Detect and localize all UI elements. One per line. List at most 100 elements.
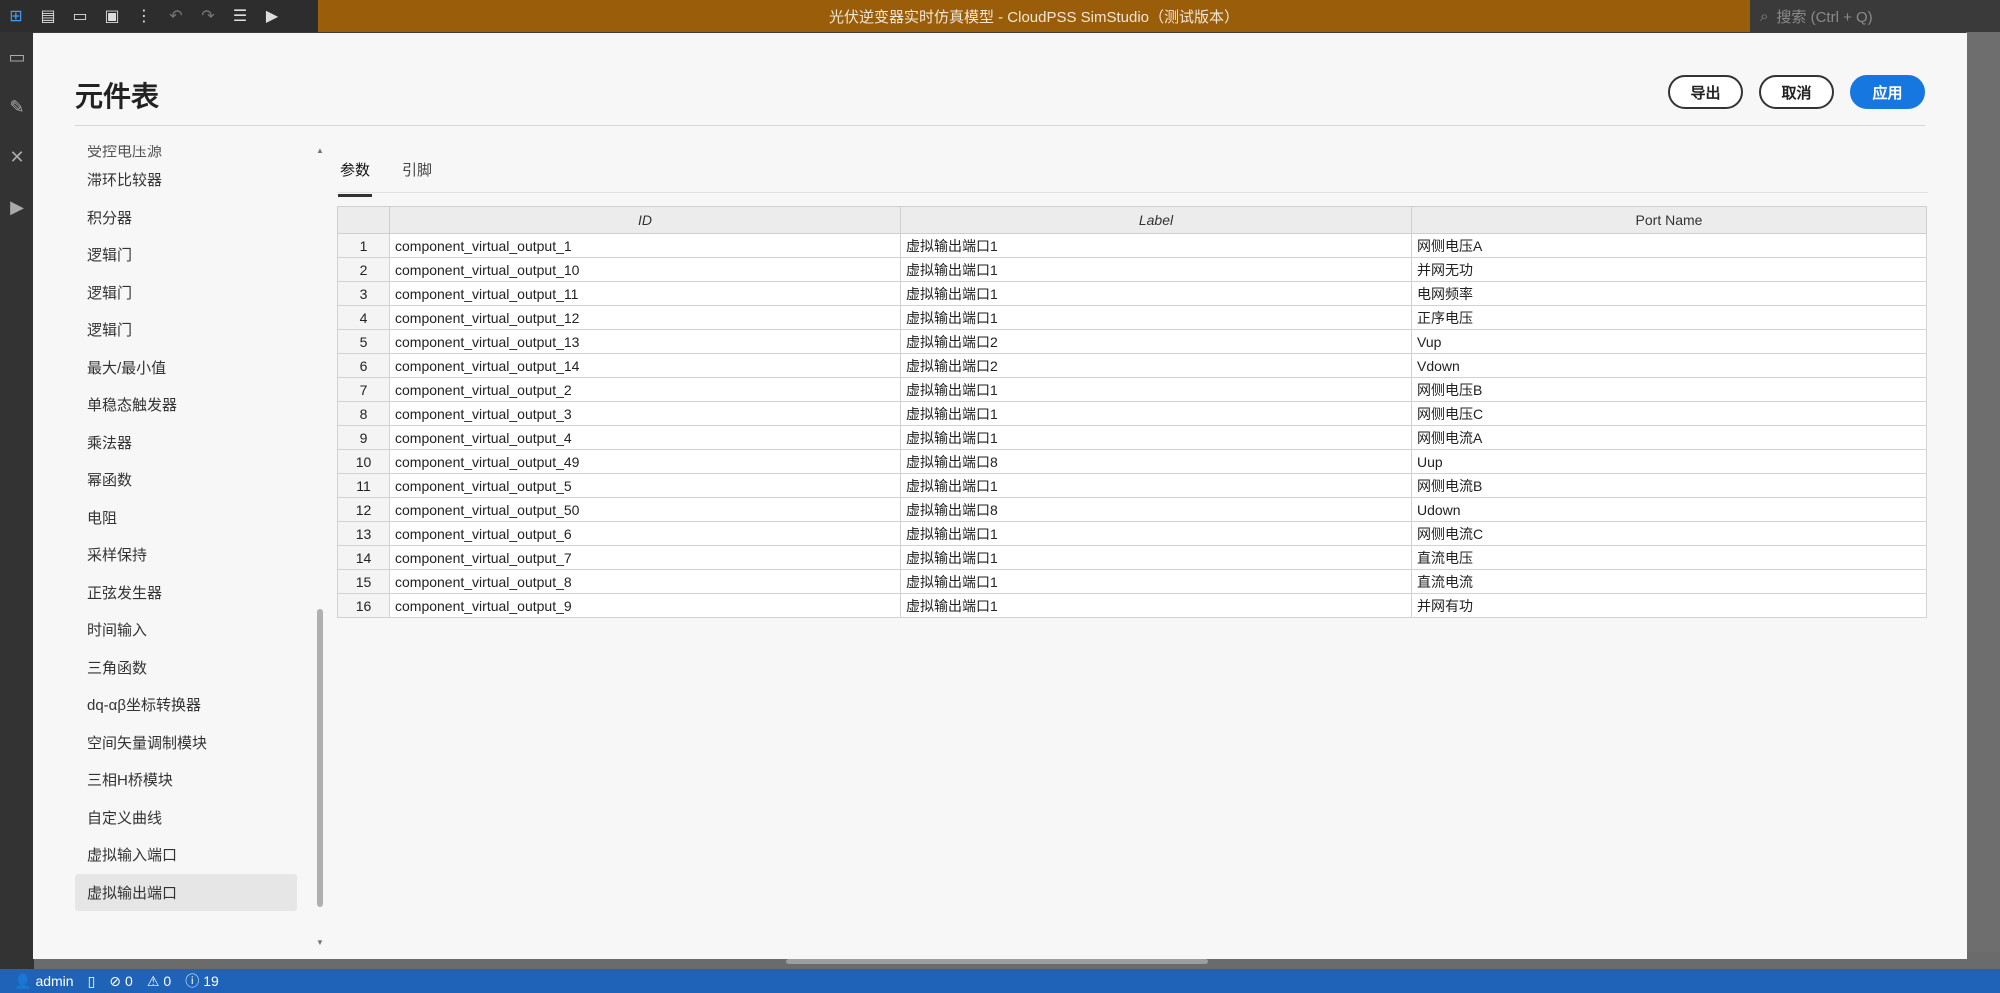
cell-port-name[interactable]: 直流电压 bbox=[1411, 545, 1927, 570]
cell-label[interactable]: 虚拟输出端口1 bbox=[900, 545, 1412, 570]
cell-label[interactable]: 虚拟输出端口1 bbox=[900, 281, 1412, 306]
cell-label[interactable]: 虚拟输出端口8 bbox=[900, 449, 1412, 474]
tab-params[interactable]: 参数 bbox=[338, 153, 373, 197]
cell-id[interactable]: component_virtual_output_1 bbox=[389, 233, 901, 258]
cell-label[interactable]: 虚拟输出端口1 bbox=[900, 473, 1412, 498]
table-row[interactable]: 16 component_virtual_output_9 虚拟输出端口1 并网有功 bbox=[337, 593, 1927, 618]
save-icon[interactable]: ▣ bbox=[96, 0, 128, 32]
cell-port-name[interactable]: 网侧电流B bbox=[1411, 473, 1927, 498]
cell-port-name[interactable]: 直流电流 bbox=[1411, 569, 1927, 594]
cell-id[interactable]: component_virtual_output_6 bbox=[389, 521, 901, 546]
cell-port-name[interactable]: 并网无功 bbox=[1411, 257, 1927, 282]
list-item[interactable]: dq-αβ坐标转换器 bbox=[75, 686, 297, 724]
table-row[interactable]: 6 component_virtual_output_14 虚拟输出端口2 Vdown bbox=[337, 353, 1927, 378]
table-row[interactable]: 9 component_virtual_output_4 虚拟输出端口1 网侧电流A bbox=[337, 425, 1927, 450]
list-item[interactable]: 乘法器 bbox=[75, 424, 297, 462]
list-item[interactable]: 采样保持 bbox=[75, 536, 297, 574]
open-folder-icon[interactable]: ▭ bbox=[64, 0, 96, 32]
run-icon[interactable]: ▶ bbox=[256, 0, 288, 32]
scroll-down-icon[interactable]: ▼ bbox=[316, 938, 324, 947]
cell-id[interactable]: component_virtual_output_2 bbox=[389, 377, 901, 402]
list-item[interactable]: 单稳态触发器 bbox=[75, 386, 297, 424]
cell-port-name[interactable]: 电网频率 bbox=[1411, 281, 1927, 306]
cell-port-name[interactable]: 网侧电压A bbox=[1411, 233, 1927, 258]
cell-port-name[interactable]: Vup bbox=[1411, 329, 1927, 354]
table-row[interactable]: 11 component_virtual_output_5 虚拟输出端口1 网侧电流B bbox=[337, 473, 1927, 498]
export-button[interactable]: 导出 bbox=[1668, 75, 1743, 109]
cell-label[interactable]: 虚拟输出端口8 bbox=[900, 497, 1412, 522]
cell-port-name[interactable]: 并网有功 bbox=[1411, 593, 1927, 618]
scroll-up-icon[interactable]: ▲ bbox=[316, 146, 324, 155]
cell-label[interactable]: 虚拟输出端口1 bbox=[900, 257, 1412, 282]
cell-label[interactable]: 虚拟输出端口1 bbox=[900, 233, 1412, 258]
cell-id[interactable]: component_virtual_output_14 bbox=[389, 353, 901, 378]
cell-label[interactable]: 虚拟输出端口1 bbox=[900, 425, 1412, 450]
table-row[interactable]: 1 component_virtual_output_1 虚拟输出端口1 网侧电压A bbox=[337, 233, 1927, 258]
list-item[interactable]: 积分器 bbox=[75, 199, 297, 237]
cell-port-name[interactable]: 网侧电流C bbox=[1411, 521, 1927, 546]
list-item[interactable]: 时间输入 bbox=[75, 611, 297, 649]
panel-icon[interactable]: ▭ bbox=[0, 32, 34, 82]
cell-id[interactable]: component_virtual_output_7 bbox=[389, 545, 901, 570]
user-name[interactable]: admin bbox=[35, 973, 73, 989]
cell-label[interactable]: 虚拟输出端口2 bbox=[900, 329, 1412, 354]
cell-port-name[interactable]: 网侧电压B bbox=[1411, 377, 1927, 402]
list-item[interactable]: 逻辑门 bbox=[75, 274, 297, 312]
list-item[interactable]: 逻辑门 bbox=[75, 236, 297, 274]
table-row[interactable]: 15 component_virtual_output_8 虚拟输出端口1 直流电流 bbox=[337, 569, 1927, 594]
apply-button[interactable]: 应用 bbox=[1850, 75, 1925, 109]
cell-id[interactable]: component_virtual_output_10 bbox=[389, 257, 901, 282]
cell-port-name[interactable]: Vdown bbox=[1411, 353, 1927, 378]
list-item[interactable]: 受控电压源 bbox=[75, 145, 297, 161]
redo-icon[interactable]: ↷ bbox=[192, 0, 224, 32]
list-item[interactable]: 虚拟输入端口 bbox=[75, 836, 297, 874]
more-icon[interactable]: ⋮ bbox=[128, 0, 160, 32]
list-item[interactable]: 空间矢量调制模块 bbox=[75, 724, 297, 762]
new-file-icon[interactable]: ▤ bbox=[32, 0, 64, 32]
info-count[interactable]: 19 bbox=[203, 973, 219, 989]
cell-id[interactable]: component_virtual_output_11 bbox=[389, 281, 901, 306]
app-logo-icon[interactable]: ⊞ bbox=[0, 0, 32, 32]
id-header[interactable]: ID bbox=[389, 206, 901, 234]
list-item[interactable]: 逻辑门 bbox=[75, 311, 297, 349]
cell-label[interactable]: 虚拟输出端口2 bbox=[900, 353, 1412, 378]
cell-label[interactable]: 虚拟输出端口1 bbox=[900, 593, 1412, 618]
list-item-selected[interactable]: 虚拟输出端口 bbox=[75, 873, 297, 911]
cell-id[interactable]: component_virtual_output_50 bbox=[389, 497, 901, 522]
undo-icon[interactable]: ↶ bbox=[160, 0, 192, 32]
cell-label[interactable]: 虚拟输出端口1 bbox=[900, 401, 1412, 426]
list-item[interactable]: 三相H桥模块 bbox=[75, 761, 297, 799]
table-row[interactable]: 5 component_virtual_output_13 虚拟输出端口2 Vup bbox=[337, 329, 1927, 354]
list-item[interactable]: 滞环比较器 bbox=[75, 161, 297, 199]
scrollbar-thumb[interactable] bbox=[317, 609, 323, 907]
cell-port-name[interactable]: 正序电压 bbox=[1411, 305, 1927, 330]
label-header[interactable]: Label bbox=[900, 206, 1412, 234]
table-row[interactable]: 4 component_virtual_output_12 虚拟输出端口1 正序电压 bbox=[337, 305, 1927, 330]
cell-label[interactable]: 虚拟输出端口1 bbox=[900, 521, 1412, 546]
cell-port-name[interactable]: 网侧电压C bbox=[1411, 401, 1927, 426]
settings-list-icon[interactable]: ☰ bbox=[224, 0, 256, 32]
cell-id[interactable]: component_virtual_output_3 bbox=[389, 401, 901, 426]
tab-pins[interactable]: 引脚 bbox=[400, 153, 434, 197]
cell-label[interactable]: 虚拟输出端口1 bbox=[900, 569, 1412, 594]
play-icon[interactable]: ▶ bbox=[0, 182, 34, 232]
table-row[interactable]: 7 component_virtual_output_2 虚拟输出端口1 网侧电压B bbox=[337, 377, 1927, 402]
table-row[interactable]: 10 component_virtual_output_49 虚拟输出端口8 Uup bbox=[337, 449, 1927, 474]
table-row[interactable]: 3 component_virtual_output_11 虚拟输出端口1 电网频率 bbox=[337, 281, 1927, 306]
cell-label[interactable]: 虚拟输出端口1 bbox=[900, 377, 1412, 402]
list-item[interactable]: 电阻 bbox=[75, 499, 297, 537]
device-icon[interactable]: ▯ bbox=[88, 973, 96, 990]
edit-icon[interactable]: ✎ bbox=[0, 82, 34, 132]
sidebar-scrollbar[interactable]: ▲ ▼ bbox=[316, 146, 324, 947]
list-item[interactable]: 自定义曲线 bbox=[75, 799, 297, 837]
list-item[interactable]: 正弦发生器 bbox=[75, 574, 297, 612]
table-row[interactable]: 14 component_virtual_output_7 虚拟输出端口1 直流电压 bbox=[337, 545, 1927, 570]
warning-count[interactable]: 0 bbox=[163, 973, 171, 989]
cell-id[interactable]: component_virtual_output_5 bbox=[389, 473, 901, 498]
cell-id[interactable]: component_virtual_output_9 bbox=[389, 593, 901, 618]
cell-label[interactable]: 虚拟输出端口1 bbox=[900, 305, 1412, 330]
error-count[interactable]: 0 bbox=[125, 973, 133, 989]
tools-icon[interactable]: ✕ bbox=[0, 132, 34, 182]
port-name-header[interactable]: Port Name bbox=[1411, 206, 1927, 234]
cell-id[interactable]: component_virtual_output_13 bbox=[389, 329, 901, 354]
